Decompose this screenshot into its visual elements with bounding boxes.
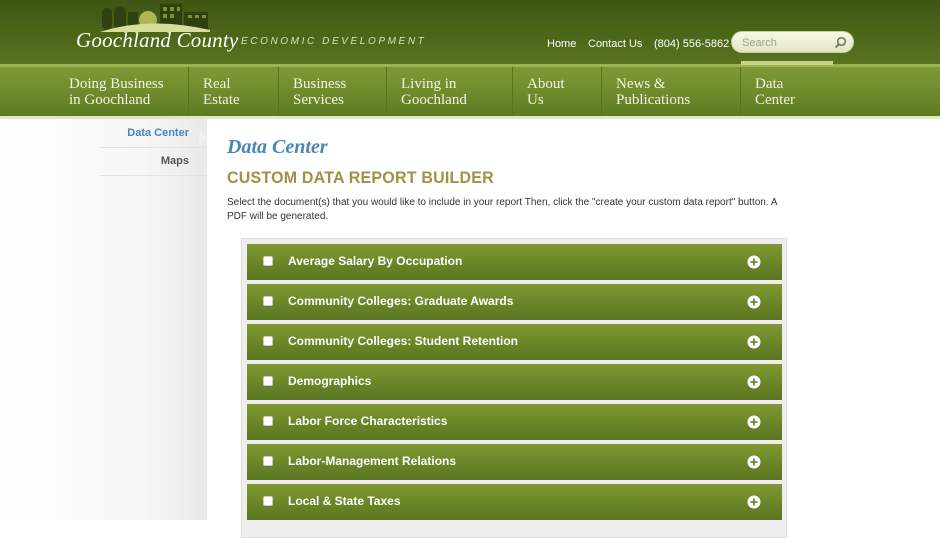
report-row-labor-force[interactable]: Labor Force Characteristics <box>247 404 782 440</box>
nav-item-label-line2: in Goochland <box>69 92 151 108</box>
report-label: Labor-Management Relations <box>288 454 457 468</box>
plus-circle-icon[interactable] <box>747 375 761 389</box>
page-title: Data Center <box>227 136 328 158</box>
site-header: Goochland County ECONOMIC DEVELOPMENT Ho… <box>0 0 940 64</box>
report-checkbox[interactable] <box>263 376 273 386</box>
nav-item-business-services[interactable]: Business Services <box>279 67 387 116</box>
report-row-cc-student-retention[interactable]: Community Colleges: Student Retention <box>247 324 782 360</box>
report-label: Local & State Taxes <box>288 494 401 508</box>
nav-item-living-in-goochland[interactable]: Living in Goochland <box>387 67 513 116</box>
nav-item-label-line1: Data <box>755 76 784 92</box>
report-row-demographics[interactable]: Demographics <box>247 364 782 400</box>
phone-number: (804) 556-5862 <box>654 38 730 50</box>
nav-item-label-line1: Business <box>293 76 347 92</box>
nav-item-about-us[interactable]: About Us <box>513 67 602 116</box>
nav-item-data-center[interactable]: Data Center <box>741 61 833 116</box>
report-checkbox[interactable] <box>263 416 273 426</box>
nav-item-label-line2: Goochland <box>401 92 467 108</box>
sidebar-divider <box>100 175 207 176</box>
section-title: CUSTOM DATA REPORT BUILDER <box>227 169 494 188</box>
report-label: Average Salary By Occupation <box>288 254 463 268</box>
plus-circle-icon[interactable] <box>747 455 761 469</box>
report-checkbox[interactable] <box>263 456 273 466</box>
report-label: Demographics <box>288 374 372 388</box>
sidebar: Data Center Maps <box>0 119 208 520</box>
nav-item-label-line2: Publications <box>616 92 691 108</box>
report-row-cc-graduate-awards[interactable]: Community Colleges: Graduate Awards <box>247 284 782 320</box>
report-checkbox[interactable] <box>263 336 273 346</box>
plus-circle-icon[interactable] <box>747 495 761 509</box>
nav-item-label-line2: Center <box>755 92 795 108</box>
nav-item-real-estate[interactable]: Real Estate <box>189 67 279 116</box>
nav-item-label-line1: About <box>527 76 565 92</box>
report-checkbox[interactable] <box>263 496 273 506</box>
plus-circle-icon[interactable] <box>747 335 761 349</box>
search-box <box>731 31 854 53</box>
report-label: Labor Force Characteristics <box>288 414 448 428</box>
site-subtitle: ECONOMIC DEVELOPMENT <box>241 36 427 47</box>
sidebar-item-data-center[interactable]: Data Center <box>127 127 189 139</box>
home-link[interactable]: Home <box>547 38 576 50</box>
sidebar-divider <box>100 147 207 148</box>
report-checkbox[interactable] <box>263 256 273 266</box>
active-pointer <box>199 129 208 147</box>
nav-item-doing-business[interactable]: Doing Business in Goochland <box>55 67 189 116</box>
nav-item-label-line1: Doing Business <box>69 76 164 92</box>
report-row-average-salary[interactable]: Average Salary By Occupation <box>247 244 782 280</box>
nav-item-label-line2: Us <box>527 92 544 108</box>
main-nav: Doing Business in Goochland Real Estate … <box>0 61 940 116</box>
nav-item-label-line1: Living in <box>401 76 457 92</box>
instructions-text: Select the document(s) that you would li… <box>227 197 777 222</box>
sidebar-item-maps[interactable]: Maps <box>161 155 189 167</box>
contact-us-link[interactable]: Contact Us <box>588 38 642 50</box>
report-list: Average Salary By Occupation Community C… <box>241 238 787 538</box>
plus-circle-icon[interactable] <box>747 295 761 309</box>
report-row-labor-management[interactable]: Labor-Management Relations <box>247 444 782 480</box>
report-label: Community Colleges: Student Retention <box>288 334 519 348</box>
plus-circle-icon[interactable] <box>747 415 761 429</box>
report-label: Community Colleges: Graduate Awards <box>288 294 514 308</box>
nav-item-label-line1: News & <box>616 76 666 92</box>
report-checkbox[interactable] <box>263 296 273 306</box>
nav-item-label-line2: Services <box>293 92 344 108</box>
nav-item-label-line1: Real <box>203 76 231 92</box>
report-row-local-state-taxes[interactable]: Local & State Taxes <box>247 484 782 520</box>
search-input[interactable] <box>742 35 832 50</box>
nav-item-news-publications[interactable]: News & Publications <box>602 67 741 116</box>
plus-circle-icon[interactable] <box>747 255 761 269</box>
nav-item-label-line2: Estate <box>203 92 240 108</box>
search-icon[interactable] <box>834 36 847 49</box>
site-title[interactable]: Goochland County <box>76 28 238 53</box>
